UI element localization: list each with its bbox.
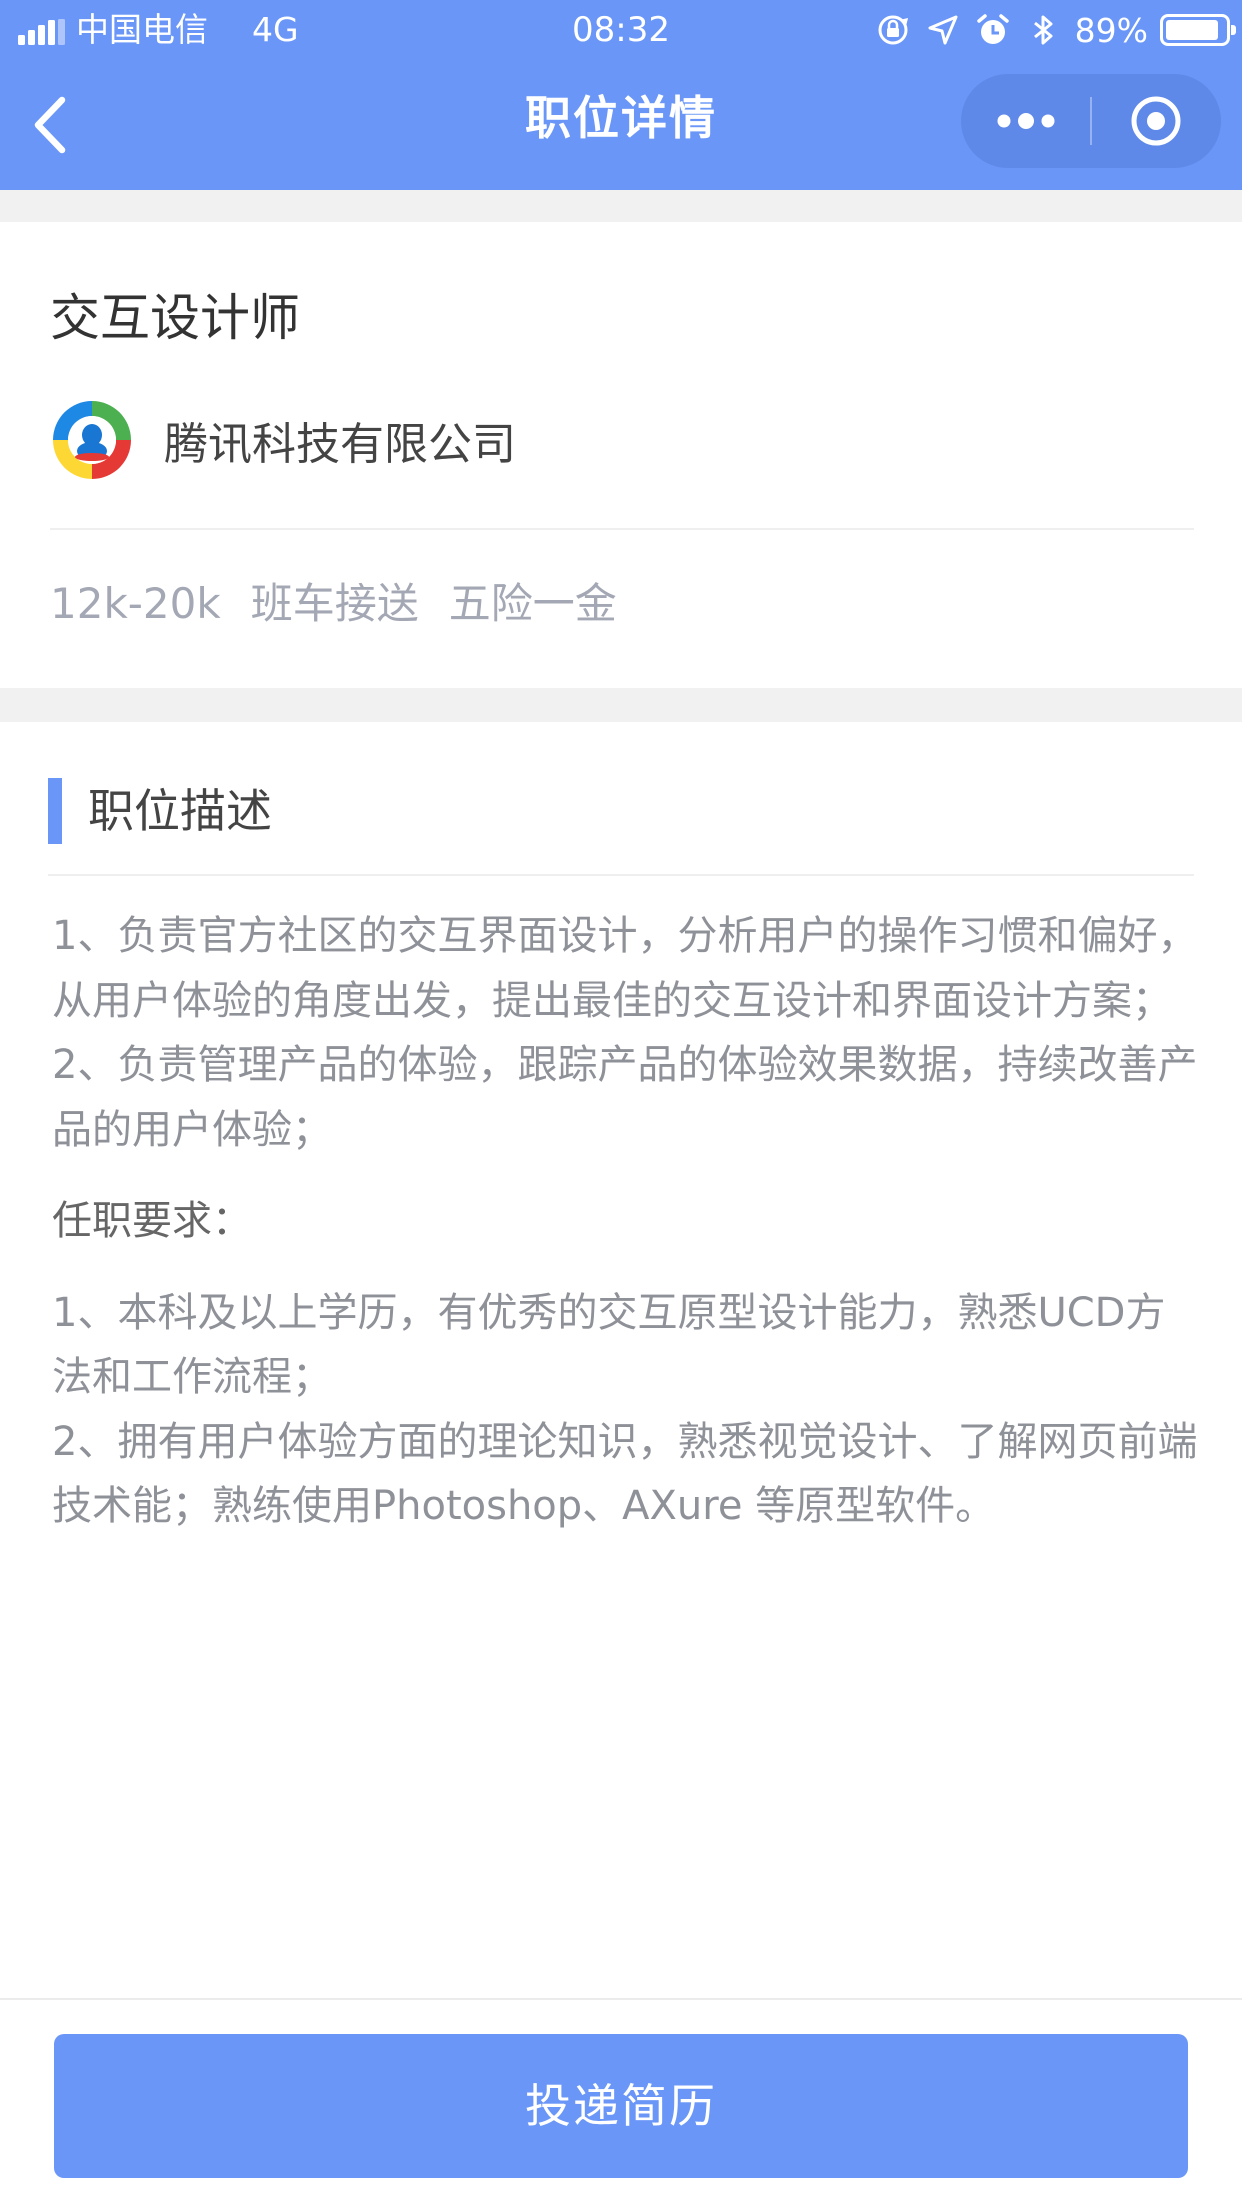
company-logo-icon (51, 399, 133, 481)
divider (48, 874, 1194, 876)
status-icons: 89% (875, 8, 1236, 52)
benefit-tag: 班车接送 (250, 579, 419, 628)
job-detail-page: 中国电信 4G 08:32 89% 职位详情 交互设计师 腾讯科技有限公司 12… (0, 0, 1242, 2208)
duty-item: 2、负责管理产品的体验，跟踪产品的体验效果数据，持续改善产品的用户体验； (52, 1042, 1198, 1153)
more-dots-icon[interactable] (961, 74, 1091, 168)
battery-tip (1231, 25, 1236, 35)
job-description-section: 职位描述 1、负责官方社区的交互界面设计，分析用户的操作习惯和偏好，从用户体验的… (0, 722, 1242, 1998)
section-accent-bar (48, 778, 62, 844)
section-title: 职位描述 (88, 784, 272, 838)
job-tags: 12k-20k 班车接送 五险一金 (50, 562, 647, 646)
alarm-icon (976, 14, 1009, 44)
divider (50, 528, 1194, 530)
requirement-item: 1、本科及以上学历，有优秀的交互原型设计能力，熟悉UCD方法和工作流程； (52, 1289, 1166, 1401)
description-body: 1、负责官方社区的交互界面设计，分析用户的操作习惯和偏好，从用户体验的角度出发，… (52, 904, 1202, 1539)
requirement-item: 2、拥有用户体验方面的理论知识，熟悉视觉设计、了解网页前端技术能；熟练使用Pho… (52, 1418, 1198, 1530)
bluetooth-icon (1033, 15, 1053, 45)
requirements-title: 任职要求： (52, 1198, 252, 1244)
section-gap (0, 190, 1242, 222)
company-name: 腾讯科技有限公司 (164, 419, 516, 470)
battery-icon (1160, 14, 1236, 46)
target-close-icon[interactable] (1091, 74, 1221, 168)
section-gap (0, 688, 1242, 722)
duty-item: 1、负责官方社区的交互界面设计，分析用户的操作习惯和偏好，从用户体验的角度出发，… (52, 913, 1198, 1024)
status-bar: 中国电信 4G 08:32 89% (0, 0, 1242, 60)
nav-bar: 职位详情 (0, 60, 1242, 190)
company-row[interactable]: 腾讯科技有限公司 (50, 398, 516, 482)
salary-tag: 12k-20k (50, 579, 221, 628)
header: 中国电信 4G 08:32 89% 职位详情 (0, 0, 1242, 190)
lock-rotation-icon (878, 15, 908, 45)
battery-level-fill (1166, 20, 1218, 40)
mini-program-capsule (961, 74, 1221, 168)
location-icon (928, 15, 958, 45)
bottom-action-bar: 投递简历 (0, 1998, 1242, 2208)
battery-percent: 89% (1074, 10, 1148, 50)
submit-resume-button[interactable]: 投递简历 (54, 2034, 1188, 2178)
job-summary-card: 交互设计师 腾讯科技有限公司 12k-20k 班车接送 五险一金 (0, 222, 1242, 688)
benefit-tag: 五险一金 (448, 579, 617, 628)
job-title: 交互设计师 (50, 289, 300, 347)
